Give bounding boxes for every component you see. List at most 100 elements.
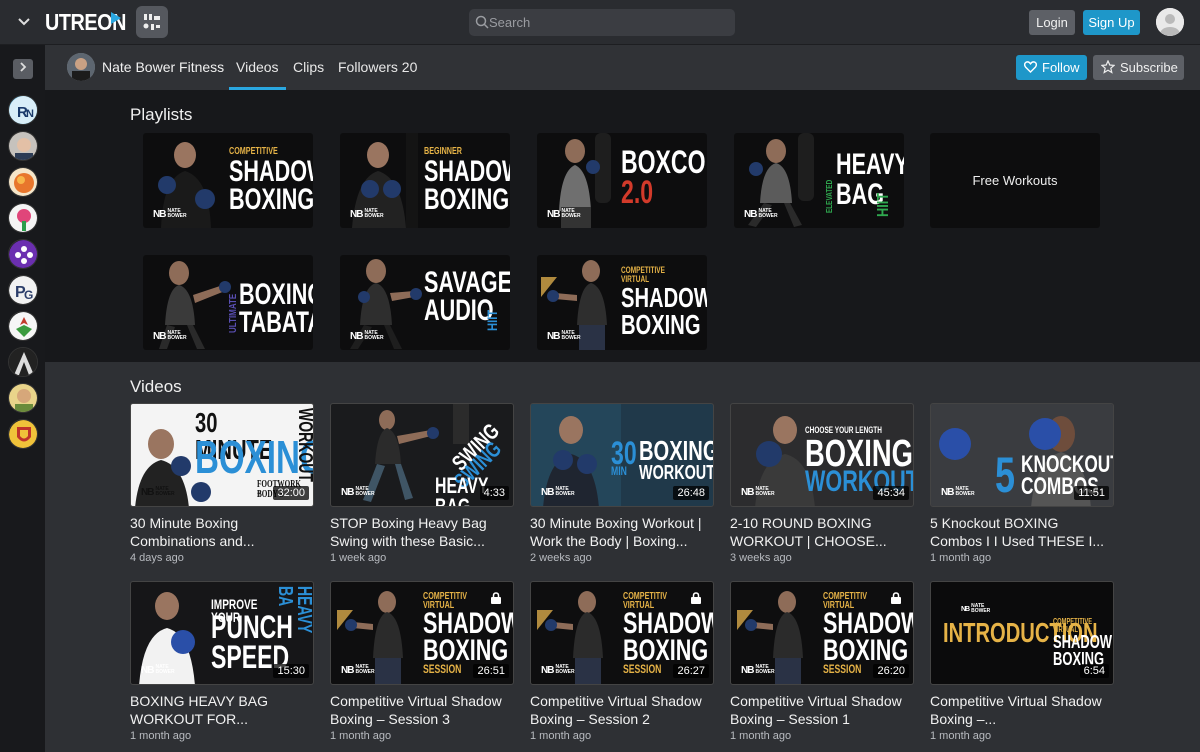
video-duration: 11:51 [1074,486,1109,500]
subscription-avatar[interactable] [8,419,38,449]
video-thumbnail[interactable]: COMPETITIV VIRTUAL SHADOW BOXING SESSION… [330,581,514,685]
subscription-avatar[interactable]: PG [8,275,38,305]
svg-text:N: N [26,108,34,120]
star-icon [1101,60,1115,74]
channel-avatar[interactable] [67,53,95,81]
search-input[interactable] [489,9,729,36]
thumb-line3: SESSION [823,662,862,676]
app-switcher-icon[interactable] [136,6,168,38]
playlist-side-label-2: HIIT [875,192,892,217]
search-box[interactable] [469,9,735,36]
video-date: 4 days ago [130,552,184,564]
playlist-card[interactable]: COMPETITIVE VIRTUAL SHADOW BOXING NB NATE… [537,255,707,350]
user-avatar[interactable] [1156,8,1184,36]
brand-logo: NB NATE BOWER [350,330,384,342]
video-duration: 4:33 [479,486,509,500]
chevron-down-icon[interactable] [14,12,34,32]
brand-logo: NB NATE BOWER [961,603,991,614]
video-thumbnail[interactable]: COMPETITIV VIRTUAL SHADOW BOXING SESSION… [730,581,914,685]
video-thumbnail[interactable]: 30 MINUTE BOXING WORKOUT FOOTWORK + BODY… [130,403,314,507]
subscription-avatar[interactable] [8,131,38,161]
thumb-side: HEAVY BA [274,586,314,633]
playlist-card[interactable]: COMPETITIVE SHADOW BOXING NBNATEBOWER [143,133,313,228]
subscription-avatar[interactable] [8,239,38,269]
playlist-side-label-2: HIIT [484,309,500,331]
thumb-line3: SESSION [623,662,662,676]
video-thumbnail[interactable]: COMPETITIV VIRTUAL SHADOW BOXING SESSION… [530,581,714,685]
video-title[interactable]: Competitive Virtual Shadow Boxing – Sess… [730,692,914,728]
subscribe-label: Subscribe [1120,60,1178,75]
playlist-line2: TABATA [239,306,313,339]
subscription-avatar[interactable]: RN [8,95,38,125]
subscription-avatar[interactable] [8,167,38,197]
playlist-card[interactable]: ULTIMATE BOXING TABATA NBNATEBOWER [143,255,313,350]
lock-icon [891,592,901,604]
channel-header: Nate Bower Fitness Videos Clips Follower… [45,45,1200,90]
chevron-right-icon[interactable] [13,59,33,79]
brand-logo: NB NATE BOWER [141,664,175,676]
thumb-line1: BOXING [639,435,714,466]
subscription-avatar[interactable] [8,311,38,341]
svg-text:G: G [24,288,33,302]
video-title[interactable]: Competitive Virtual Shadow Boxing –... [930,692,1114,728]
playlist-card[interactable]: ELEVATED HEAVY BAG HIIT NB NATE BOWER [734,133,904,228]
video-thumbnail[interactable]: 30 MIN BOXING WORKOUT NB NATE BOWER 26:48 [530,403,714,507]
playlist-card[interactable]: SAVAGE AUDIO HIIT NB NATE BOWER [340,255,510,350]
channel-name[interactable]: Nate Bower Fitness [102,59,224,75]
playlist-side-label: ULTIMATE [228,293,239,333]
thumb-line3: SESSION [423,662,462,676]
brand-logo: NB NATE BOWER [141,486,175,498]
signup-button[interactable]: Sign Up [1083,10,1140,35]
brand-logo: NB NATE BOWER [941,486,975,498]
video-thumbnail[interactable]: CHOOSE YOUR LENGTH BOXING WORKOUT NB NATE… [730,403,914,507]
playlist-line1: HEAVY [836,148,904,181]
video-thumbnail[interactable]: SWING SWING HEAVY BAG NB NATE BOWER 4:33 [330,403,514,507]
video-title[interactable]: 30 Minute Boxing Workout | Work the Body… [530,514,714,550]
video-thumbnail[interactable]: INTRODUCTION COMPETITIVE VIRTUAL SHADOW … [930,581,1114,685]
brand-logo: NB NATE BOWER [547,330,581,342]
sidebar: RN PG [0,45,45,752]
video-date: 1 week ago [330,552,387,564]
thumb-number-unit: MIN [611,464,627,478]
brand-logo: NB NATE BOWER [547,208,581,220]
playlist-card[interactable]: BOXCON 2.0 NBNATEBOWER [537,133,707,228]
brand-logo: NB NATE BOWER [341,664,375,676]
video-duration: 32:00 [273,486,309,500]
video-date: 1 month ago [530,730,592,742]
video-title[interactable]: STOP Boxing Heavy Bag Swing with these B… [330,514,514,550]
brand-logo: NB NATE BOWER [153,208,187,220]
tab-clips[interactable]: Clips [293,59,324,75]
follow-button[interactable]: Follow [1016,55,1087,80]
video-date: 1 month ago [930,552,992,564]
subscription-avatar[interactable] [8,383,38,413]
login-button[interactable]: Login [1029,10,1075,35]
tab-videos[interactable]: Videos [236,59,279,75]
video-title[interactable]: 2-10 ROUND BOXING WORKOUT | CHOOSE... [730,514,914,550]
video-duration: 26:51 [473,664,509,678]
subscription-avatar[interactable] [8,347,38,377]
video-title[interactable]: Competitive Virtual Shadow Boxing – Sess… [530,692,714,728]
lock-icon [691,592,701,604]
video-thumbnail[interactable]: 5 KNOCKOUT COMBOS NB NATE BOWER 11:51 [930,403,1114,507]
video-title[interactable]: BOXING HEAVY BAG WORKOUT FOR... [130,692,314,728]
playlist-line1: SHADOW [621,282,707,313]
playlists-section: Playlists COMPETITIVE SHADOW BOXING NBNA… [45,90,1200,362]
subscription-avatar[interactable] [8,203,38,233]
logo-arrow-icon [111,12,121,24]
video-duration: 26:20 [873,664,909,678]
video-title[interactable]: 30 Minute Boxing Combinations and... [130,514,314,550]
tab-followers[interactable]: Followers 20 [338,59,417,75]
video-duration: 6:54 [1079,664,1109,678]
playlist-card[interactable]: BEGINNER SHADOW BOXING NBNATEBOWER [340,133,510,228]
subscribe-button[interactable]: Subscribe [1093,55,1184,80]
video-title[interactable]: Competitive Virtual Shadow Boxing – Sess… [330,692,514,728]
video-date: 1 month ago [730,730,792,742]
brand-logo: NB NATE BOWER [741,486,775,498]
playlists-heading: Playlists [130,105,193,124]
playlist-line2: 2.0 [621,174,654,210]
video-thumbnail[interactable]: IMPROVE YOUR PUNCH SPEED HEAVY BA NB NATE… [130,581,314,685]
video-duration: 15:30 [273,664,309,678]
brand-logo: NB NATE BOWER [541,486,575,498]
playlist-card[interactable]: Free Workouts [930,133,1100,228]
video-title[interactable]: 5 Knockout BOXING Combos I I Used THESE … [930,514,1114,550]
